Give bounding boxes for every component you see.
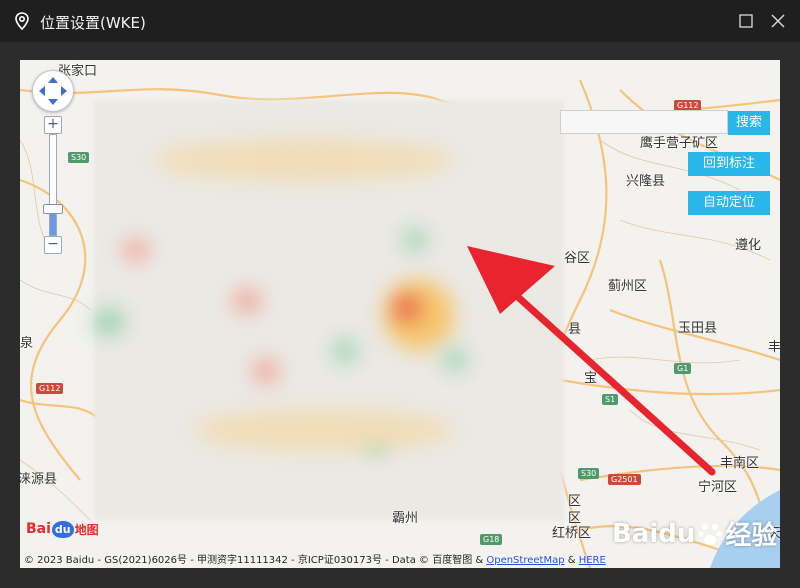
annotation-arrow <box>467 246 716 476</box>
maximize-icon[interactable] <box>736 11 756 31</box>
map-view[interactable]: 张家口 鹰手营子矿区 兴隆县 遵化 蓟州区 玉田县 丰南区 宁河区 涞源县 霸州… <box>20 60 780 568</box>
window-title: 位置设置(WKE) <box>40 14 146 32</box>
close-icon[interactable] <box>768 11 788 31</box>
location-pin-icon <box>15 12 29 31</box>
title-bar: 位置设置(WKE) <box>0 0 800 42</box>
